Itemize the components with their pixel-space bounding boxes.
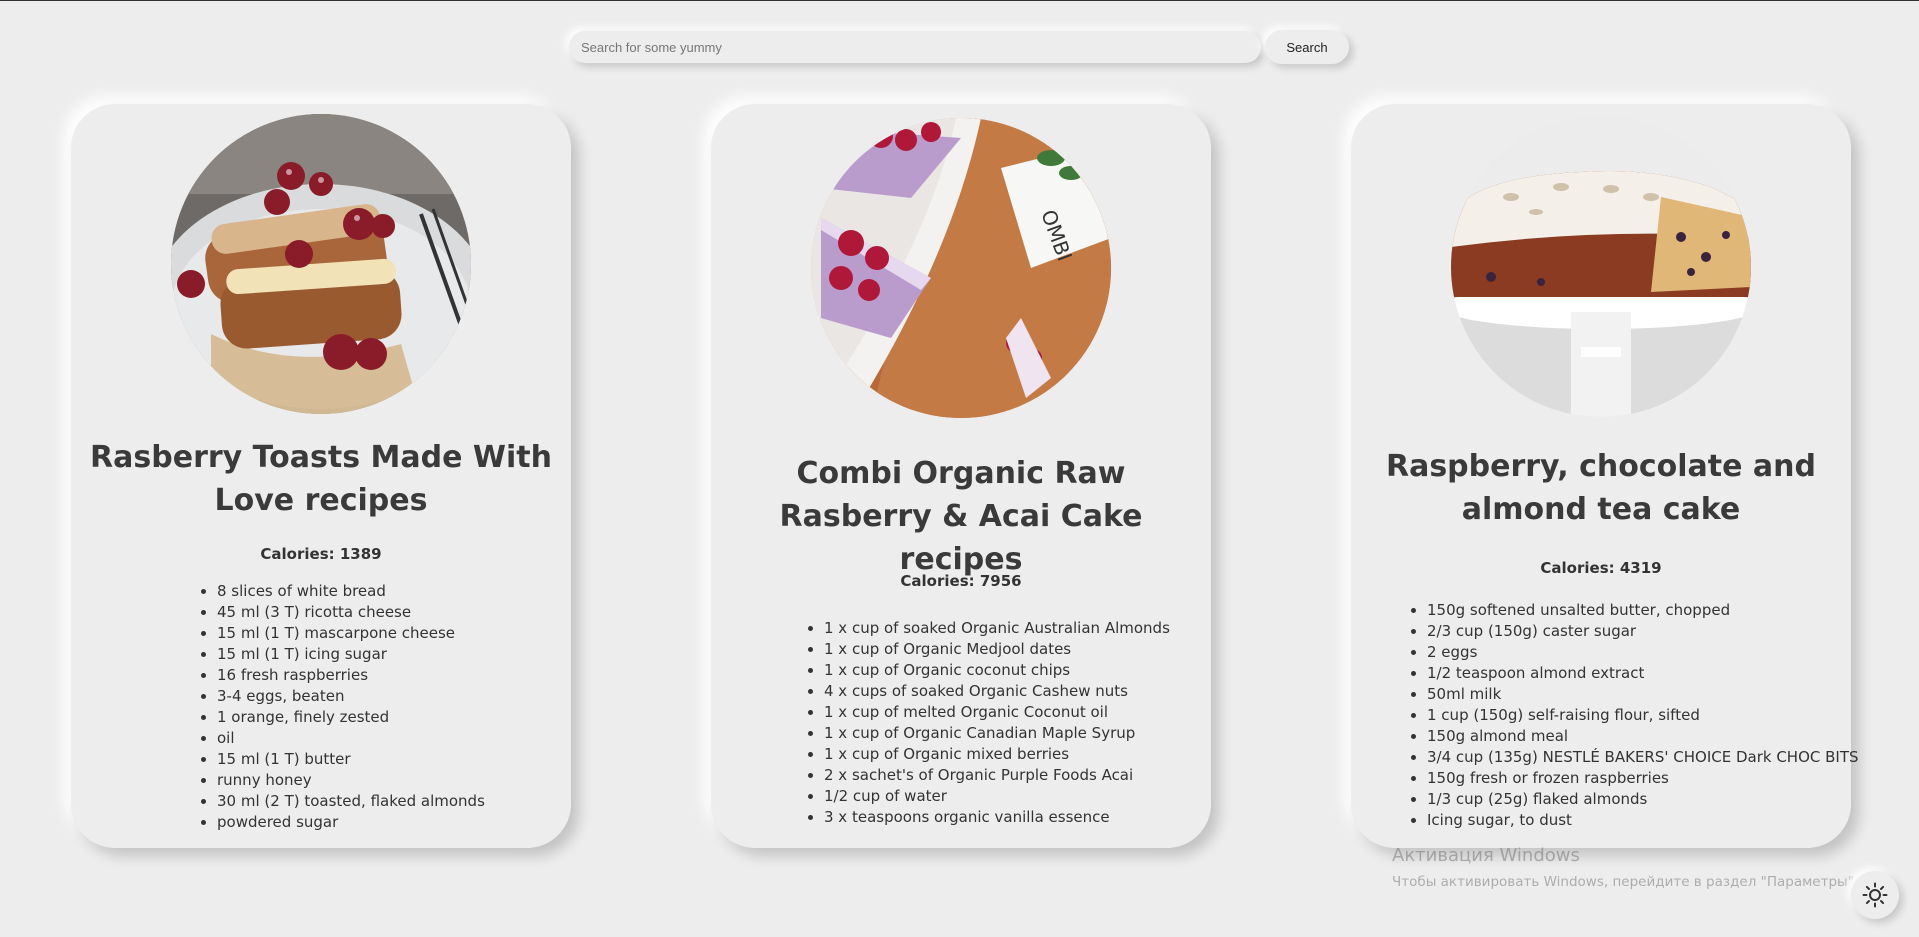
ingredient-item: runny honey	[217, 770, 485, 791]
ingredient-item: 1 x cup of soaked Organic Australian Alm…	[824, 618, 1170, 639]
ingredient-item: 8 slices of white bread	[217, 581, 485, 602]
watermark-title: Активация Windows	[1392, 845, 1580, 866]
ingredient-item: 1 x cup of Organic coconut chips	[824, 660, 1170, 681]
ingredient-item: 15 ml (1 T) butter	[217, 749, 485, 770]
ingredient-item: 1 orange, finely zested	[217, 707, 485, 728]
recipe-card[interactable]: Rasberry Toasts Made With Love recipes C…	[71, 104, 571, 848]
ingredient-item: 150g fresh or frozen raspberries	[1427, 768, 1859, 789]
recipe-title: Raspberry, chocolate and almond tea cake	[1385, 449, 1817, 527]
ingredient-list: 150g softened unsalted butter, chopped 2…	[1403, 600, 1859, 831]
ingredient-item: 1/3 cup (25g) flaked almonds	[1427, 789, 1859, 810]
ingredient-item: 1 x cup of melted Organic Coconut oil	[824, 702, 1170, 723]
recipe-calories: Calories: 4319	[1540, 559, 1662, 577]
ingredient-item: 1 x cup of Organic Canadian Maple Syrup	[824, 723, 1170, 744]
ingredient-item: 4 x cups of soaked Organic Cashew nuts	[824, 681, 1170, 702]
recipe-image	[1451, 117, 1751, 417]
ingredient-item: 3-4 eggs, beaten	[217, 686, 485, 707]
theme-toggle-button[interactable]	[1851, 871, 1899, 919]
recipe-calories: Calories: 7956	[900, 572, 1022, 590]
ingredient-item: 3/4 cup (135g) NESTLÉ BAKERS' CHOICE Dar…	[1427, 747, 1859, 768]
recipe-image: OMBI	[811, 118, 1111, 418]
ingredient-item: 1/2 cup of water	[824, 786, 1170, 807]
ingredient-item: 15 ml (1 T) icing sugar	[217, 644, 485, 665]
windows-activation-watermark: Активация Windows Чтобы активировать Win…	[1392, 845, 1858, 890]
ingredient-list: 8 slices of white bread 45 ml (3 T) rico…	[193, 581, 485, 833]
ingredient-item: 16 fresh raspberries	[217, 665, 485, 686]
search-button[interactable]: Search	[1265, 30, 1349, 64]
ingredient-item: 2/3 cup (150g) caster sugar	[1427, 621, 1859, 642]
top-border	[0, 0, 1919, 1]
ingredient-item: 150g almond meal	[1427, 726, 1859, 747]
sun-icon	[1862, 882, 1888, 908]
ingredient-item: Icing sugar, to dust	[1427, 810, 1859, 831]
recipe-card[interactable]: OMBI Combi Organic Raw Rasberry & Acai C…	[711, 104, 1211, 848]
watermark-text: Чтобы активировать Windows, перейдите в …	[1392, 874, 1859, 890]
recipe-title: Combi Organic Raw Rasberry & Acai Cake r…	[779, 456, 1143, 577]
search-input[interactable]	[569, 31, 1261, 63]
ingredient-item: 2 eggs	[1427, 642, 1859, 663]
ingredient-item: 1 cup (150g) self-raising flour, sifted	[1427, 705, 1859, 726]
ingredient-list: 1 x cup of soaked Organic Australian Alm…	[800, 618, 1170, 828]
ingredient-item: 3 x teaspoons organic vanilla essence	[824, 807, 1170, 828]
search-bar: Search	[569, 30, 1349, 64]
ingredient-item: oil	[217, 728, 485, 749]
ingredient-item: 1/2 teaspoon almond extract	[1427, 663, 1859, 684]
recipe-image	[171, 114, 471, 414]
ingredient-item: 1 x cup of Organic mixed berries	[824, 744, 1170, 765]
recipe-title: Rasberry Toasts Made With Love recipes	[90, 440, 552, 518]
recipe-card[interactable]: Raspberry, chocolate and almond tea cake…	[1351, 104, 1859, 848]
ingredient-item: 45 ml (3 T) ricotta cheese	[217, 602, 485, 623]
recipe-calories: Calories: 1389	[260, 545, 382, 563]
ingredient-item: 50ml milk	[1427, 684, 1859, 705]
ingredient-item: 15 ml (1 T) mascarpone cheese	[217, 623, 485, 644]
ingredient-item: powdered sugar	[217, 812, 485, 833]
ingredient-item: 1 x cup of Organic Medjool dates	[824, 639, 1170, 660]
ingredient-item: 2 x sachet's of Organic Purple Foods Aca…	[824, 765, 1170, 786]
ingredient-item: 30 ml (2 T) toasted, flaked almonds	[217, 791, 485, 812]
ingredient-item: 150g softened unsalted butter, chopped	[1427, 600, 1859, 621]
